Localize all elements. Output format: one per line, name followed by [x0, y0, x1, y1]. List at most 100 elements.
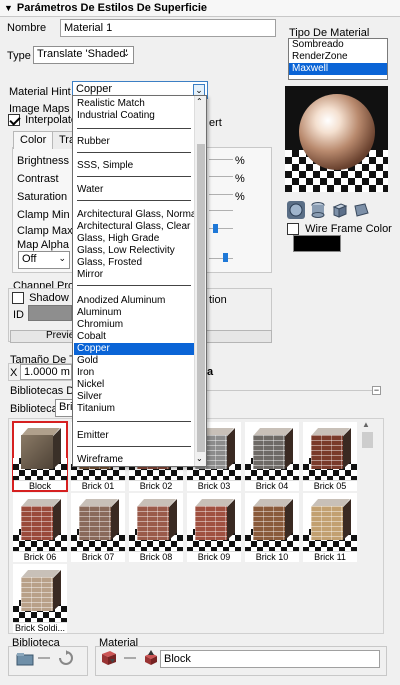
tab-transparency[interactable]: Tra — [52, 131, 74, 149]
clamp-max-slider-thumb[interactable] — [213, 224, 218, 233]
chevron-down-icon: ⌄ — [58, 253, 66, 263]
type-select-value: Translate 'Shaded' — [37, 48, 128, 60]
material-thumbnail[interactable]: Brick 05 — [303, 422, 357, 491]
brightness-percent: % — [235, 155, 245, 167]
id-label: ID — [13, 309, 24, 321]
scrollbar-thumb[interactable] — [362, 432, 373, 448]
hint-option[interactable]: Silver — [77, 391, 102, 403]
folder-icon[interactable] — [16, 652, 34, 669]
hint-option[interactable]: Glass, High Grade — [77, 233, 159, 245]
interpolate-row[interactable]: Interpolate — [8, 114, 77, 127]
id-color-swatch[interactable] — [28, 305, 72, 321]
hint-option[interactable]: Rubber — [77, 136, 110, 148]
thumbnail-label: Brick 10 — [245, 551, 299, 562]
thumbnail-label: Brick 07 — [71, 551, 125, 562]
collapse-minus-icon[interactable]: − — [372, 386, 381, 395]
thumbnail-label: Brick 02 — [129, 480, 183, 491]
material-thumbnail[interactable]: Block — [12, 421, 68, 492]
dropdown-scrollbar-thumb[interactable] — [197, 144, 205, 452]
hint-option[interactable]: SSS, Simple — [77, 160, 133, 172]
thumbnail-image — [245, 493, 299, 551]
wireframe-checkbox-row[interactable]: Wire Frame Color — [287, 223, 392, 236]
thumbnail-image — [245, 422, 299, 480]
type-select[interactable]: Translate 'Shaded' ⌄ — [33, 46, 134, 64]
wireframe-label: Wire Frame Color — [305, 223, 392, 235]
remove-library-icon[interactable] — [38, 657, 50, 659]
hint-option[interactable]: Glass, Low Relectivity — [77, 245, 175, 257]
panel-title: Parámetros De Estilos De Superficie — [16, 2, 208, 14]
dropdown-scrollbar[interactable]: ⌃ ⌄ — [194, 96, 206, 466]
material-thumbnail[interactable]: Brick 08 — [129, 493, 183, 562]
refresh-icon[interactable] — [58, 650, 74, 669]
hint-option[interactable]: Chromium — [77, 319, 123, 331]
saturation-slider-track[interactable] — [209, 194, 233, 195]
clamp-min-slider-track[interactable] — [209, 210, 233, 211]
hint-option[interactable]: Architectural Glass, Normal — [77, 209, 199, 221]
map-alpha-select[interactable]: Off ⌄ — [18, 251, 70, 269]
hint-option[interactable]: Glass, Frosted — [77, 257, 142, 269]
material-thumbnail[interactable]: Brick 11 — [303, 493, 357, 562]
hint-option[interactable]: Gold — [77, 355, 98, 367]
cylinder-shape-icon[interactable] — [309, 201, 327, 219]
wireframe-checkbox[interactable] — [287, 223, 299, 236]
material-thumbnail[interactable]: Brick Soldi... — [13, 564, 67, 633]
hint-option[interactable]: Water — [77, 184, 103, 196]
hint-option[interactable]: Titanium — [77, 403, 115, 415]
plane-shape-icon[interactable] — [352, 201, 370, 219]
hint-option[interactable]: Aluminum — [77, 307, 121, 319]
tipo-material-option[interactable]: Sombreado — [289, 39, 387, 51]
material-hint-dropdown[interactable]: Realistic Match Industrial Coating Rubbe… — [72, 95, 207, 467]
hint-option[interactable]: Mirror — [77, 269, 103, 281]
tipo-material-option-selected[interactable]: Maxwell — [289, 63, 387, 75]
saturation-percent: % — [235, 191, 245, 203]
brightness-slider-track[interactable] — [209, 159, 233, 160]
clamp-min-label: Clamp Min — [17, 209, 70, 221]
shadow-checkbox[interactable] — [12, 292, 24, 305]
hint-option-selected[interactable]: Copper — [74, 343, 194, 355]
scroll-up-icon[interactable]: ▲ — [362, 420, 370, 429]
material-thumbnail[interactable]: Brick 09 — [187, 493, 241, 562]
preview-sphere — [299, 94, 375, 170]
map-alpha-slider-thumb[interactable] — [223, 253, 228, 262]
hint-option[interactable]: Iron — [77, 367, 94, 379]
panel-title-bar[interactable]: ▼ Parámetros De Estilos De Superficie — [0, 0, 400, 17]
map-alpha-slider-track[interactable] — [209, 258, 233, 259]
hint-option[interactable]: Nickel — [77, 379, 104, 391]
dropdown-separator — [77, 421, 191, 422]
chevron-down-icon: ⌄ — [122, 48, 130, 58]
tipo-material-list[interactable]: Sombreado RenderZone Maxwell — [288, 38, 388, 80]
save-material-icon[interactable] — [100, 650, 118, 669]
material-hint-label: Material Hint — [9, 86, 71, 98]
sphere-shape-icon[interactable] — [287, 201, 305, 219]
footer-material-name[interactable]: Block — [160, 650, 380, 668]
contrast-slider-track[interactable] — [209, 176, 233, 177]
hint-option[interactable]: Architectural Glass, Clear — [77, 221, 190, 233]
material-thumbnail[interactable]: Brick 04 — [245, 422, 299, 491]
interpolate-checkbox[interactable] — [8, 114, 20, 127]
thumbnail-image — [129, 493, 183, 551]
material-thumbnail[interactable]: Brick 10 — [245, 493, 299, 562]
hint-option[interactable]: Wireframe — [77, 454, 123, 466]
hint-option[interactable]: Cobalt — [77, 331, 106, 343]
dropdown-separator — [77, 176, 191, 177]
wireframe-color-swatch[interactable] — [293, 235, 341, 252]
remove-material-icon[interactable] — [124, 657, 136, 659]
thumbnail-label: Brick 04 — [245, 480, 299, 491]
hint-option[interactable]: Realistic Match — [77, 98, 145, 110]
hint-option[interactable]: Anodized Aluminum — [77, 295, 165, 307]
material-thumbnail[interactable]: Brick 06 — [13, 493, 67, 562]
hint-option[interactable]: Industrial Coating — [77, 110, 155, 122]
library-scrollbar[interactable]: ▲ — [360, 420, 375, 632]
hint-option[interactable]: Emitter — [77, 430, 109, 442]
cube-shape-icon[interactable] — [331, 201, 349, 219]
collapse-triangle-icon[interactable]: ▼ — [4, 3, 13, 13]
load-material-icon[interactable] — [143, 650, 159, 669]
material-thumbnail[interactable]: Brick 07 — [71, 493, 125, 562]
tab-color[interactable]: Color — [13, 131, 53, 149]
nombre-input[interactable]: Material 1 — [60, 19, 276, 37]
tipo-material-option[interactable]: RenderZone — [289, 51, 387, 63]
scroll-up-icon[interactable]: ⌃ — [196, 97, 203, 106]
shadow-suffix-label: tion — [209, 294, 227, 306]
scroll-down-icon[interactable]: ⌄ — [196, 454, 203, 463]
tamano-x-input[interactable]: 1.0000 m — [20, 364, 72, 380]
